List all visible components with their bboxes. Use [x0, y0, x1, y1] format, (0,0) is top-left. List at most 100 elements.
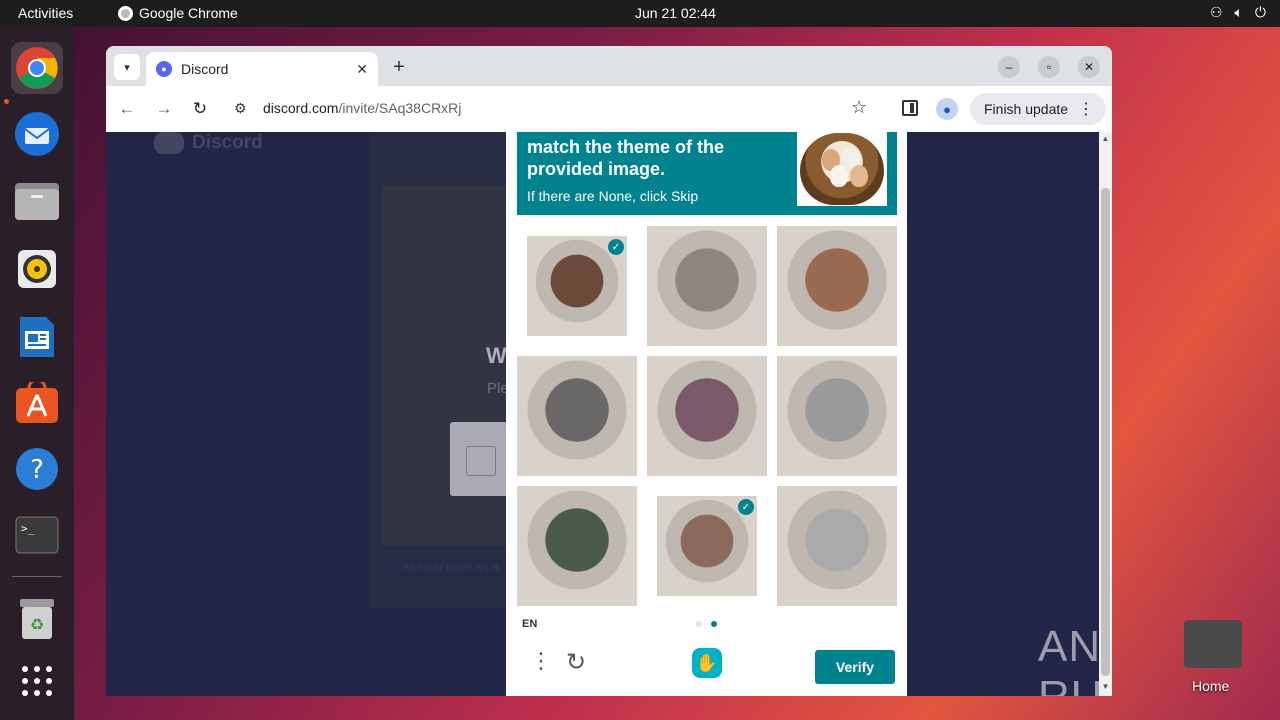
captcha-tile[interactable] — [647, 226, 767, 346]
new-tab-button[interactable]: + — [386, 54, 412, 80]
forward-button[interactable]: → — [153, 98, 175, 120]
terminal-icon: >_ — [15, 516, 59, 554]
prompt-text: match the theme of the provided image. — [527, 137, 725, 179]
page-indicator — [696, 621, 717, 627]
minimize-button[interactable]: – — [998, 56, 1020, 78]
captcha-tile[interactable] — [777, 356, 897, 476]
maximize-button[interactable]: ▫ — [1038, 56, 1060, 78]
refresh-challenge-icon[interactable]: ↻ — [566, 648, 586, 677]
dock-app-center[interactable] — [11, 377, 63, 429]
chrome-small-icon — [118, 5, 133, 21]
svg-text:♻: ♻ — [30, 615, 44, 634]
system-top-bar: Activities Google Chrome Jun 21 02:44 ⚇ … — [0, 0, 1280, 27]
dock-trash[interactable]: ♻ — [11, 593, 63, 645]
image-grid: ✓ ✓ — [517, 226, 897, 606]
close-window-button[interactable]: ✕ — [1078, 56, 1100, 78]
captcha-tile-image — [777, 486, 897, 606]
captcha-tile[interactable]: ✓ — [517, 226, 637, 346]
egg-shape — [830, 165, 848, 187]
web-page: Discord W Ple Already have an a match th… — [106, 132, 1099, 696]
url-path: /invite/SAq38CRxRj — [338, 100, 462, 116]
app-menu[interactable]: Google Chrome — [118, 5, 238, 21]
power-icon: ⏻ — [1254, 4, 1266, 20]
dock-files[interactable] — [11, 175, 63, 227]
dock-thunderbird[interactable] — [11, 108, 63, 160]
captcha-tile[interactable] — [647, 356, 767, 476]
captcha-tile[interactable] — [517, 486, 637, 606]
files-icon — [15, 183, 59, 220]
captcha-tile-image — [777, 356, 897, 476]
tab-close-icon[interactable]: ✕ — [356, 61, 368, 78]
dock-help[interactable]: ? — [11, 443, 63, 495]
scrollbar-thumb[interactable] — [1101, 188, 1110, 676]
thunderbird-icon — [15, 112, 59, 156]
app-grid-icon — [22, 666, 52, 696]
egg-basket-image — [800, 133, 884, 205]
sample-image — [797, 132, 887, 206]
verify-button[interactable]: Verify — [815, 650, 895, 684]
page-dot — [711, 621, 717, 627]
trash-icon: ♻ — [20, 599, 54, 639]
home-folder-icon[interactable] — [1184, 620, 1242, 668]
tab-discord[interactable]: ● Discord ✕ — [146, 52, 378, 86]
tab-title: Discord — [181, 61, 229, 77]
activities-button[interactable]: Activities — [18, 5, 73, 21]
chrome-icon — [16, 47, 58, 89]
bookmark-star-icon[interactable]: ☆ — [851, 97, 867, 118]
dock: ? >_ ♻ — [0, 27, 74, 720]
dock-writer[interactable] — [11, 311, 63, 363]
scroll-up-icon[interactable]: ▲ — [1099, 134, 1112, 146]
captcha-tile-image — [777, 226, 897, 346]
tab-strip: ▾ ● Discord ✕ + – ▫ ✕ — [106, 46, 1112, 86]
dock-rhythmbox[interactable] — [11, 243, 63, 295]
side-panel-icon[interactable] — [902, 100, 918, 116]
svg-text:>_: >_ — [21, 522, 35, 535]
site-info-icon[interactable]: ⚙ — [234, 100, 247, 117]
captcha-menu-icon[interactable]: ⋮ — [530, 650, 552, 672]
url-host: discord.com — [263, 100, 339, 116]
discord-favicon-icon: ● — [156, 61, 172, 77]
browser-toolbar: ← → ↻ ⚙ discord.com/invite/SAq38CRxRj ☆ … — [106, 86, 1112, 132]
page-scrollbar[interactable]: ▲ ▼ — [1099, 132, 1112, 696]
captcha-tile-image — [517, 356, 637, 476]
home-folder-label: Home — [1192, 678, 1230, 694]
running-indicator — [4, 99, 9, 104]
back-button[interactable]: ← — [116, 98, 138, 120]
finish-update-label: Finish update — [984, 101, 1069, 117]
network-icon: ⚇ — [1209, 4, 1223, 20]
page-dot — [696, 621, 702, 627]
language-selector[interactable]: EN — [522, 618, 537, 630]
system-tray[interactable]: ⚇ 🔈︎ ⏻ — [1210, 4, 1266, 21]
dock-terminal[interactable]: >_ — [11, 509, 63, 561]
selected-check-icon: ✓ — [608, 239, 624, 255]
skip-hint: If there are None, click Skip — [527, 188, 699, 204]
clock[interactable]: Jun 21 02:44 — [635, 5, 716, 21]
captcha-tile-image — [517, 486, 637, 606]
app-menu-label: Google Chrome — [139, 5, 238, 21]
reload-button[interactable]: ↻ — [189, 98, 211, 120]
challenge-prompt: match the theme of the provided image. I… — [517, 132, 897, 215]
finish-update-button[interactable]: Finish update ⋮ — [970, 93, 1106, 125]
egg-shape — [850, 165, 868, 187]
hcaptcha-logo-icon: ✋ — [692, 648, 722, 678]
captcha-tile-image: ✓ — [657, 496, 757, 596]
captcha-tile-image — [647, 226, 767, 346]
help-icon: ? — [16, 448, 58, 490]
dock-chrome[interactable] — [11, 42, 63, 94]
captcha-tile[interactable] — [777, 226, 897, 346]
tab-search-button[interactable]: ▾ — [114, 54, 140, 80]
chevron-down-icon: ▾ — [124, 61, 130, 74]
dock-separator — [12, 576, 62, 577]
dock-show-apps[interactable] — [11, 655, 63, 707]
captcha-tile[interactable] — [777, 486, 897, 606]
volume-icon: 🔈︎ — [1234, 4, 1243, 20]
kebab-menu-icon[interactable]: ⋮ — [1078, 99, 1094, 119]
captcha-challenge: match the theme of the provided image. I… — [506, 132, 907, 696]
address-bar[interactable]: discord.com/invite/SAq38CRxRj — [263, 100, 461, 116]
captcha-tile[interactable] — [517, 356, 637, 476]
profile-avatar-icon[interactable]: ● — [936, 98, 958, 120]
svg-text:?: ? — [30, 455, 44, 485]
app-center-icon — [16, 382, 58, 423]
captcha-tile[interactable]: ✓ — [647, 486, 767, 606]
scroll-down-icon[interactable]: ▼ — [1099, 682, 1112, 694]
